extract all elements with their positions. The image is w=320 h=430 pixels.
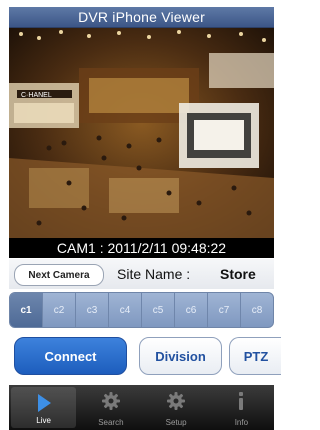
gear-icon — [167, 392, 186, 410]
site-row: Next Camera Site Name : Store — [9, 259, 274, 289]
app-title: DVR iPhone Viewer — [78, 9, 205, 25]
channel-c8[interactable]: c8 — [241, 293, 273, 327]
channel-c6[interactable]: c6 — [175, 293, 208, 327]
svg-text:C·HANEL: C·HANEL — [21, 92, 52, 99]
camera-video-view[interactable]: C·HANEL — [9, 28, 274, 238]
channel-c7[interactable]: c7 — [208, 293, 241, 327]
division-button[interactable]: Division — [139, 337, 222, 375]
channel-c4[interactable]: c4 — [109, 293, 142, 327]
play-icon — [37, 394, 51, 412]
gear-icon — [101, 392, 120, 410]
tab-info[interactable]: Info — [209, 385, 274, 430]
tab-label-info: Info — [234, 418, 249, 427]
tab-live[interactable]: Live — [11, 387, 77, 428]
tab-label-live: Live — [36, 416, 51, 425]
tab-label-search: Search — [98, 418, 124, 427]
app-screen: DVR iPhone Viewer C·HANEL CAM1: 2011/2/… — [0, 0, 281, 430]
info-icon — [239, 392, 244, 410]
mall-camera-image: C·HANEL — [9, 28, 274, 238]
camera-timestamp: CAM1 : 2011/2/11 09:48:22 — [9, 238, 274, 258]
channel-c1[interactable]: c1 — [10, 293, 43, 327]
tab-search[interactable]: Search — [78, 385, 143, 430]
connect-button[interactable]: Connect — [14, 337, 127, 375]
tab-bar: Live Search Setup Info — [9, 385, 274, 430]
channel-c3[interactable]: c3 — [76, 293, 109, 327]
site-name-value: Store — [220, 266, 256, 282]
tab-setup[interactable]: Setup — [144, 385, 209, 430]
channel-selector: c1 c2 c3 c4 c5 c6 c7 c8 — [9, 292, 274, 328]
title-bar: DVR iPhone Viewer — [9, 7, 274, 28]
site-name-label: Site Name : — [117, 266, 191, 282]
channel-c2[interactable]: c2 — [43, 293, 76, 327]
next-camera-button[interactable]: Next Camera — [14, 264, 104, 286]
ptz-button[interactable]: PTZ — [229, 337, 281, 375]
channel-c5[interactable]: c5 — [142, 293, 175, 327]
tab-label-setup: Setup — [165, 418, 187, 427]
